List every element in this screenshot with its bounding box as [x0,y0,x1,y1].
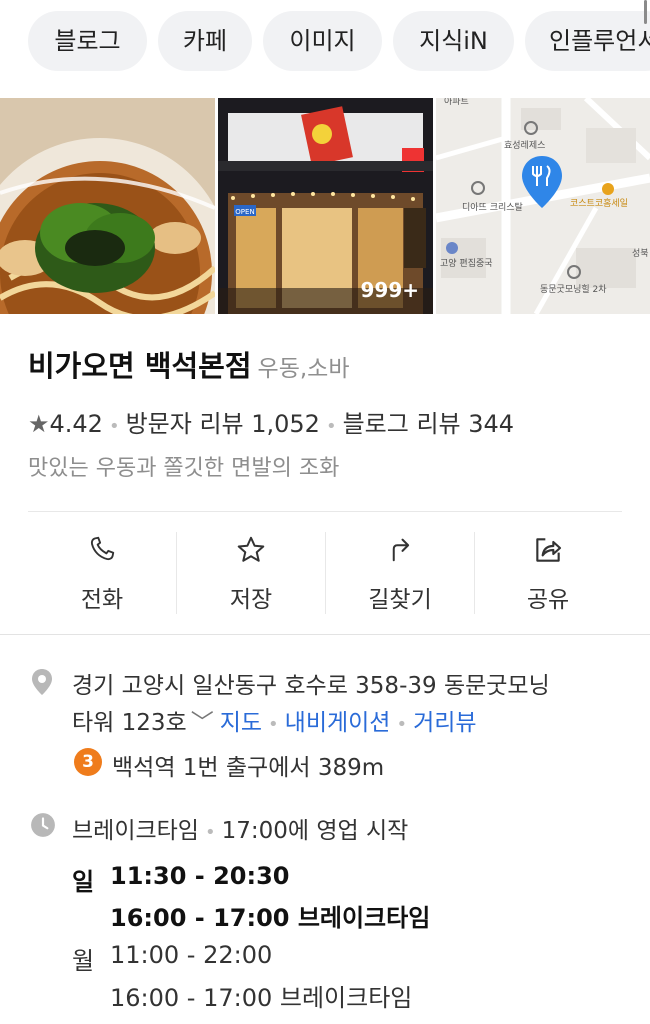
place-category: 우동,소바 [257,356,350,382]
subway-directions: 백석역 1번 출구에서 389m [112,755,385,781]
open-sign: OPEN [235,208,254,216]
storefront-photo[interactable]: OPEN 999+ [218,98,433,314]
star-outline-icon [177,534,325,566]
place-name[interactable]: 비가오면 백석본점 [28,349,252,383]
visitor-reviews-link[interactable]: 방문자 리뷰 1,052 [126,410,320,438]
map-label-seongbuk: 성북 [632,248,649,259]
directions-icon [326,534,474,566]
separator-dot: • [204,822,216,843]
separator-dot: • [325,416,337,437]
photo-count: 999+ [360,278,419,302]
save-label: 저장 [229,587,273,613]
save-button[interactable]: 저장 [177,512,325,634]
tab-cafe[interactable]: 카페 [158,11,252,71]
call-label: 전화 [80,587,124,613]
section-divider [0,634,650,635]
directions-button[interactable]: 길찾기 [326,512,474,634]
hours-status-label: 브레이크타임 [72,818,199,844]
rating-value: 4.42 [49,410,103,438]
separator-dot: • [268,714,279,735]
navigation-link[interactable]: 내비게이션 [285,710,391,736]
hours-status[interactable]: 브레이크타임 • 17:00에 영업 시작 [72,811,408,845]
directions-label: 길찾기 [368,587,432,613]
share-label: 공유 [526,587,570,613]
location-pin-icon [30,668,54,700]
hours-open-sunday: 11:30 - 20:30 [110,862,290,890]
tab-image[interactable]: 이미지 [263,11,382,71]
tab-blog[interactable]: 블로그 [28,11,147,71]
review-stats: ★4.42 • 방문자 리뷰 1,052 • 블로그 리뷰 344 [28,404,514,439]
blog-reviews-link[interactable]: 블로그 리뷰 344 [343,410,514,438]
address-line-2: 타워 123호 ﹀ 지도 • 내비게이션 • 거리뷰 [72,703,477,737]
map-label-dongmun: 동문굿모닝힐 2차 [540,283,607,295]
phone-icon [28,534,176,566]
hours-open-monday: 11:00 - 22:00 [110,941,273,969]
separator-dot: • [396,714,408,735]
map-link[interactable]: 지도 [220,710,262,736]
tab-influencer[interactable]: 인플루언서 [525,11,650,71]
hours-day-monday: 월 [72,947,95,975]
address-detail: 타워 123호 [72,710,187,736]
subway-line-badge: 3 [74,748,102,776]
share-button[interactable]: 공유 [474,512,622,634]
street-view-link[interactable]: 거리뷰 [413,710,476,736]
star-icon: ★ [28,410,50,438]
place-description: 맛있는 우동과 쫄깃한 면발의 조화 [28,456,340,481]
call-button[interactable]: 전화 [28,512,176,634]
map-label-dianne: 디아뜨 크리스탈 [462,202,523,213]
map-label-hyosung: 효성레제스 [504,140,545,151]
clock-icon [30,812,56,842]
map-label-apartment: 아파트 [444,98,469,107]
map-preview[interactable]: 아파트 효성레제스 디아뜨 크리스탈 코스트코홈세일 고양 편집중국 동문굿모닝… [436,98,650,314]
map-label-goyang: 고양 편집중국 [440,257,493,269]
separator-dot: • [108,416,120,437]
scroll-indicator [644,0,647,24]
search-category-tabs: 블로그 카페 이미지 지식iN 인플루언서 [0,0,650,84]
food-photo[interactable] [0,98,215,314]
share-icon [474,534,622,566]
chevron-down-icon[interactable]: ﹀ [191,703,214,737]
place-title: 비가오면 백석본점 우동,소바 [28,343,350,385]
action-bar: 전화 저장 길찾기 공유 [28,512,622,634]
hours-status-detail: 17:00에 영업 시작 [221,818,409,844]
photo-strip: OPEN 999+ 아파트 효성레제스 디아뜨 크리스탈 코스트코홈세일 고양 … [0,98,650,314]
hours-break-monday: 16:00 - 17:00 브레이크타임 [110,984,413,1012]
tab-knowledge-in[interactable]: 지식iN [393,11,514,71]
hours-break-sunday: 16:00 - 17:00 브레이크타임 [110,904,431,932]
hours-day-sunday: 일 [72,868,95,896]
address-line-1: 경기 고양시 일산동구 호수로 358-39 동문굿모닝 [72,673,550,699]
map-label-costco: 코스트코홈세일 [570,197,628,209]
